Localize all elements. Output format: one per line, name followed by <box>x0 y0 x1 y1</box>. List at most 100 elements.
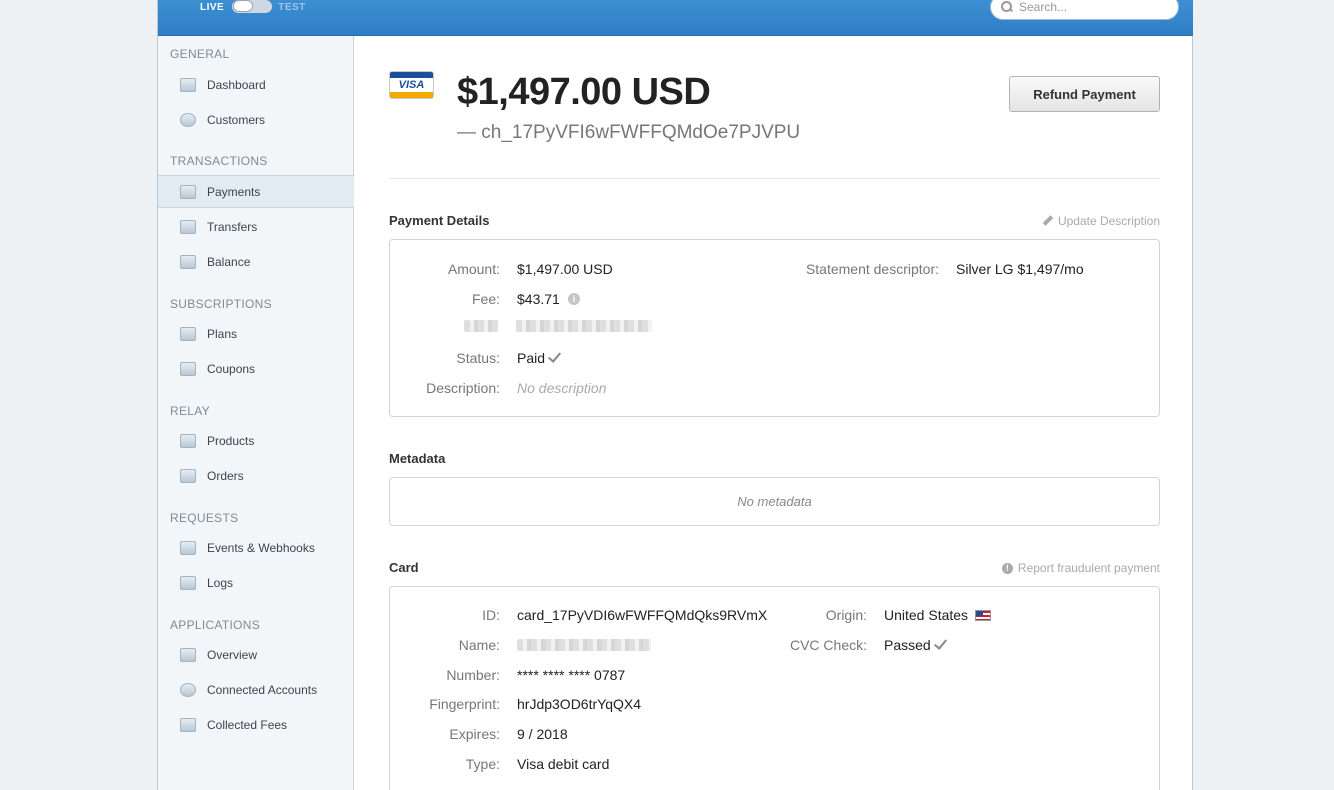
statement-descriptor-row: Statement descriptor: Silver LG $1,497/m… <box>790 260 1084 278</box>
cvc-row: CVC Check: Passed <box>770 636 947 654</box>
orders-basket-icon <box>180 468 196 483</box>
search-input[interactable] <box>1019 0 1169 14</box>
test-label: TEST <box>278 1 306 13</box>
cvc-value: Passed <box>884 637 931 653</box>
fee-row: Fee: $43.71 i <box>390 290 580 308</box>
card-id-label: ID: <box>482 607 500 623</box>
origin-row: Origin: United States <box>770 606 992 624</box>
sidebar-item-transfers[interactable]: Transfers <box>158 210 354 243</box>
sidebar-item-label: Collected Fees <box>207 717 288 732</box>
card-id-row: ID: card_17PyVDI6wFWFFQMdQks9RVmX <box>390 606 767 624</box>
sidebar-item-label: Coupons <box>207 361 256 376</box>
visa-card-icon: VISA <box>389 71 434 99</box>
redacted-row <box>390 320 652 332</box>
sidebar-item-label: Overview <box>207 647 258 662</box>
sidebar-item-overview[interactable]: Overview <box>158 638 354 671</box>
card-number-value: **** **** **** 0787 <box>517 667 626 683</box>
sidebar: GENERAL Dashboard Customers TRANSACTIONS… <box>158 36 354 790</box>
card-name-label: Name: <box>458 637 500 653</box>
section-title-requests: REQUESTS <box>170 511 239 525</box>
card-name-row: Name: <box>390 636 651 654</box>
sidebar-item-logs[interactable]: Logs <box>158 566 354 599</box>
toggle-knob <box>233 0 254 12</box>
events-icon <box>180 540 196 555</box>
card-brand-label: VISA <box>398 79 425 91</box>
amount-label: Amount: <box>447 261 500 277</box>
app-frame: LIVE TEST GENERAL Dashboard Customers TR… <box>157 0 1193 790</box>
sidebar-item-dashboard[interactable]: Dashboard <box>158 68 354 101</box>
description-label: Description: <box>426 380 500 396</box>
sidebar-item-collected-fees[interactable]: Collected Fees <box>158 708 354 741</box>
description-row: Description: No description <box>390 379 606 397</box>
sidebar-item-orders[interactable]: Orders <box>158 459 354 492</box>
connected-accounts-icon <box>180 682 196 697</box>
payment-amount: $1,497.00 USD <box>457 71 711 113</box>
no-metadata-text: No metadata <box>737 494 812 509</box>
us-flag-icon <box>975 609 992 621</box>
update-description-link[interactable]: Update Description <box>1043 214 1160 228</box>
status-row: Status: Paid <box>390 349 562 367</box>
card-number-row: Number: **** **** **** 0787 <box>390 666 625 684</box>
sidebar-item-events-webhooks[interactable]: Events & Webhooks <box>158 531 354 564</box>
card-number-label: Number: <box>446 667 500 683</box>
sidebar-item-label: Balance <box>207 254 251 269</box>
balance-tag-icon <box>180 254 196 269</box>
redacted-value <box>516 320 652 332</box>
sidebar-item-payments[interactable]: Payments <box>158 175 354 208</box>
fee-label: Fee: <box>471 291 500 307</box>
origin-value: United States <box>884 607 969 623</box>
plans-icon <box>180 326 196 341</box>
mode-switch: LIVE TEST <box>200 0 306 14</box>
divider <box>389 178 1160 179</box>
type-label: Type: <box>465 756 500 772</box>
sidebar-item-connected-accounts[interactable]: Connected Accounts <box>158 673 354 706</box>
live-test-toggle[interactable] <box>232 0 273 13</box>
sidebar-item-coupons[interactable]: Coupons <box>158 352 354 385</box>
pencil-icon <box>1043 216 1053 226</box>
section-title-transactions: TRANSACTIONS <box>170 154 268 168</box>
report-fraudulent-link[interactable]: ! Report fraudulent payment <box>1001 561 1160 575</box>
dashboard-icon <box>180 77 196 92</box>
cvc-label: CVC Check: <box>789 637 867 653</box>
sidebar-item-label: Orders <box>207 468 244 483</box>
sidebar-item-label: Transfers <box>207 219 258 234</box>
status-value: Paid <box>517 350 546 366</box>
payment-details-panel: Amount: $1,497.00 USD Fee: $43.71 i Stat… <box>389 239 1160 417</box>
metadata-title: Metadata <box>389 451 446 466</box>
sidebar-item-customers[interactable]: Customers <box>158 103 354 136</box>
report-fraudulent-label: Report fraudulent payment <box>1017 561 1160 575</box>
sidebar-item-label: Logs <box>207 575 234 590</box>
card-title: Card <box>389 560 419 575</box>
search-icon <box>1001 1 1013 13</box>
refund-payment-button[interactable]: Refund Payment <box>1009 76 1160 112</box>
section-title-relay: RELAY <box>170 404 210 418</box>
expires-value: 9 / 2018 <box>517 726 568 742</box>
section-title-applications: APPLICATIONS <box>170 618 261 632</box>
sidebar-item-products[interactable]: Products <box>158 424 354 457</box>
amount-value: $1,497.00 USD <box>517 261 613 277</box>
origin-label: Origin: <box>825 607 867 623</box>
overview-icon <box>180 647 196 662</box>
card-panel: ID: card_17PyVDI6wFWFFQMdQks9RVmX Name: … <box>389 586 1160 790</box>
charge-id: — ch_17PyVFI6wFWFFQMdOe7PJVPU <box>457 122 801 143</box>
sidebar-item-plans[interactable]: Plans <box>158 317 354 350</box>
logs-icon <box>180 575 196 590</box>
fingerprint-row: Fingerprint: hrJdp3OD6trYqQX4 <box>390 695 641 713</box>
section-title-subscriptions: SUBSCRIPTIONS <box>170 297 272 311</box>
sidebar-item-label: Customers <box>207 112 266 127</box>
sidebar-item-label: Events & Webhooks <box>207 540 315 555</box>
info-icon[interactable]: i <box>567 293 580 305</box>
customers-icon <box>180 112 196 127</box>
metadata-panel: No metadata <box>389 477 1160 526</box>
expires-label: Expires: <box>449 726 500 742</box>
top-bar: LIVE TEST <box>158 0 1193 36</box>
sidebar-item-balance[interactable]: Balance <box>158 245 354 278</box>
sidebar-item-label: Products <box>207 433 255 448</box>
sidebar-item-label: Payments <box>207 184 261 199</box>
amount-row: Amount: $1,497.00 USD <box>390 260 613 278</box>
alert-icon: ! <box>1001 562 1013 574</box>
sidebar-item-label: Plans <box>207 326 238 341</box>
type-value: Visa debit card <box>517 756 610 772</box>
type-row: Type: Visa debit card <box>390 755 610 773</box>
payments-icon <box>180 184 196 199</box>
